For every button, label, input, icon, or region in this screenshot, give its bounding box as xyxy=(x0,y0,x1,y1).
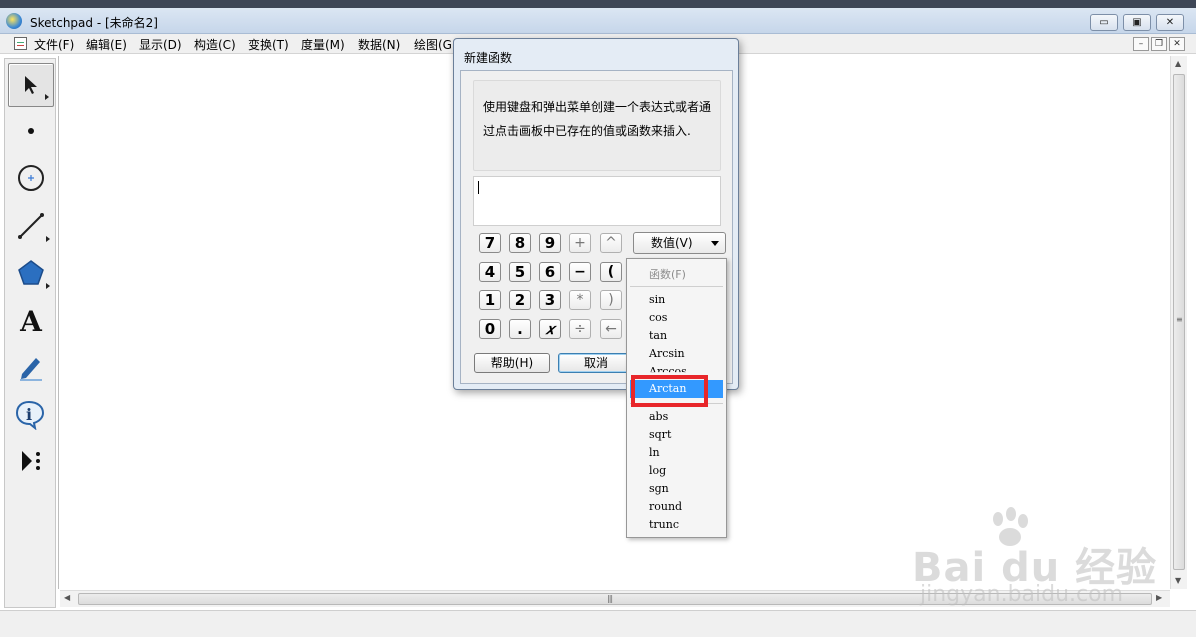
key-plus[interactable]: + xyxy=(569,233,591,253)
arrow-cursor-icon xyxy=(25,76,37,94)
svg-text:i: i xyxy=(26,405,32,424)
information-tool[interactable]: i xyxy=(8,393,54,437)
doc-restore-button[interactable]: ❐ xyxy=(1151,37,1167,51)
info-icon: i xyxy=(15,400,45,430)
key-5[interactable]: 5 xyxy=(509,262,531,282)
text-A-icon: A xyxy=(20,304,42,338)
menu-display[interactable]: 显示(D) xyxy=(139,36,182,53)
watermark-url: jingyan.baidu.com xyxy=(920,582,1124,607)
status-bar xyxy=(0,610,1196,637)
document-icon[interactable] xyxy=(14,37,27,50)
dialog-title: 新建函数 xyxy=(464,51,513,65)
menu-separator xyxy=(630,286,723,287)
help-button[interactable]: 帮助(H) xyxy=(474,353,550,373)
line-segment-icon xyxy=(18,213,44,239)
menu-measure[interactable]: 度量(M) xyxy=(301,36,345,53)
vertical-scroll-thumb[interactable]: ≡ xyxy=(1173,74,1185,570)
dialog-description: 使用键盘和弹出菜单创建一个表达式或者通过点击画板中已存在的值或函数来插入. xyxy=(473,80,721,171)
compass-tool[interactable] xyxy=(8,156,54,200)
scroll-left-arrow-icon[interactable]: ◀ xyxy=(64,593,70,602)
custom-tool[interactable] xyxy=(8,439,54,483)
pentagon-icon xyxy=(18,260,44,285)
circle-icon xyxy=(18,165,44,191)
key-caret[interactable]: ^ xyxy=(600,233,622,253)
menu-construct[interactable]: 构造(C) xyxy=(194,36,236,53)
menu-graph[interactable]: 绘图(G xyxy=(414,36,452,53)
function-item-trunc[interactable]: trunc xyxy=(649,518,679,531)
key-8[interactable]: 8 xyxy=(509,233,531,253)
function-item-abs[interactable]: abs xyxy=(649,410,668,423)
function-item-sgn[interactable]: sgn xyxy=(649,482,669,495)
annotation-highlight-box xyxy=(631,375,708,407)
close-button[interactable]: ✕ xyxy=(1156,14,1184,31)
key-7[interactable]: 7 xyxy=(479,233,501,253)
function-item-sin[interactable]: sin xyxy=(649,293,665,306)
toolbox: A i xyxy=(4,58,56,608)
menu-data[interactable]: 数据(N) xyxy=(358,36,400,53)
key-2[interactable]: 2 xyxy=(509,290,531,310)
key-1[interactable]: 1 xyxy=(479,290,501,310)
scroll-up-arrow-icon[interactable]: ▲ xyxy=(1175,59,1181,68)
key-3[interactable]: 3 xyxy=(539,290,561,310)
function-item-cos[interactable]: cos xyxy=(649,311,667,324)
expression-input[interactable] xyxy=(473,176,721,226)
marker-pen-icon xyxy=(20,358,42,381)
key-minus[interactable]: − xyxy=(569,262,591,282)
key-backspace[interactable]: ← xyxy=(600,319,622,339)
key-multiply[interactable]: * xyxy=(569,290,591,310)
sketchpad-window: Sketchpad - [未命名2] ▭ ▣ ✕ 文件(F) 编辑(E) 显示(… xyxy=(0,0,1196,637)
title-bar: Sketchpad - [未命名2] ▭ ▣ ✕ xyxy=(0,8,1196,34)
function-item-round[interactable]: round xyxy=(649,500,682,513)
key-divide[interactable]: ÷ xyxy=(569,319,591,339)
dropdown-arrow-icon xyxy=(711,241,719,246)
key-close-paren[interactable]: ) xyxy=(600,290,622,310)
doc-minimize-button[interactable]: – xyxy=(1133,37,1149,51)
baidu-watermark: Bai du 经验 jingyan.baidu.com xyxy=(912,505,1162,610)
function-item-sqrt[interactable]: sqrt xyxy=(649,428,671,441)
dot-icon xyxy=(28,128,34,134)
restore-button[interactable]: ▣ xyxy=(1123,14,1151,31)
value-dropdown-button[interactable]: 数值(V) xyxy=(633,232,726,254)
function-item-tan[interactable]: tan xyxy=(649,329,667,342)
point-tool[interactable] xyxy=(8,109,54,153)
minimize-button[interactable]: ▭ xyxy=(1090,14,1118,31)
function-menu-header: 函数(F) xyxy=(649,268,686,281)
function-item-arcsin[interactable]: Arcsin xyxy=(649,347,685,360)
doc-close-button[interactable]: ✕ xyxy=(1169,37,1185,51)
window-title: Sketchpad - [未命名2] xyxy=(30,16,158,30)
custom-tool-icon xyxy=(22,451,40,471)
key-6[interactable]: 6 xyxy=(539,262,561,282)
sketchpad-app-icon xyxy=(6,13,22,29)
menu-file[interactable]: 文件(F) xyxy=(34,36,74,53)
key-4[interactable]: 4 xyxy=(479,262,501,282)
menu-edit[interactable]: 编辑(E) xyxy=(86,36,127,53)
key-x-variable[interactable]: 𝑥 xyxy=(539,319,561,339)
vertical-scrollbar[interactable]: ▲ ≡ ▼ xyxy=(1170,56,1187,589)
arrow-tool[interactable] xyxy=(8,63,54,107)
function-item-log[interactable]: log xyxy=(649,464,666,477)
taskbar-strip xyxy=(0,0,1196,8)
polygon-tool[interactable] xyxy=(8,251,54,295)
straightedge-tool[interactable] xyxy=(8,204,54,248)
text-caret xyxy=(478,181,479,194)
marker-tool[interactable] xyxy=(8,345,54,389)
key-9[interactable]: 9 xyxy=(539,233,561,253)
scroll-down-arrow-icon[interactable]: ▼ xyxy=(1175,576,1181,585)
menu-transform[interactable]: 变换(T) xyxy=(248,36,289,53)
text-tool[interactable]: A xyxy=(8,299,54,343)
key-decimal[interactable]: . xyxy=(509,319,531,339)
key-open-paren[interactable]: ( xyxy=(600,262,622,282)
key-0[interactable]: 0 xyxy=(479,319,501,339)
cancel-button[interactable]: 取消 xyxy=(558,353,634,373)
function-item-ln[interactable]: ln xyxy=(649,446,660,459)
